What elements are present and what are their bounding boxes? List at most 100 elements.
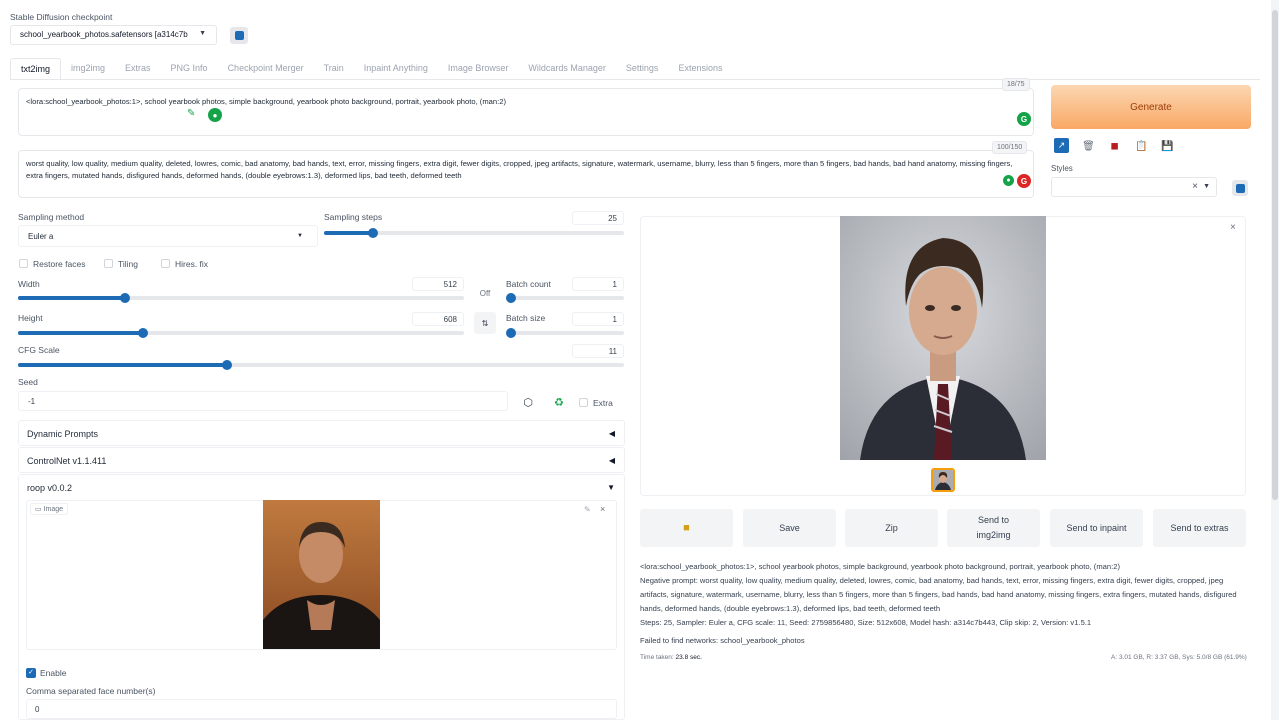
extra-networks-icon[interactable]: ◼ [1106,138,1123,154]
tab-image-browser[interactable]: Image Browser [438,58,519,80]
swap-dimensions-button[interactable]: ⇅ [474,312,496,334]
roop-title: roop v0.0.2 [27,483,73,493]
batch-size-slider[interactable] [506,328,624,338]
styles-refresh-button[interactable] [1232,180,1248,196]
checkpoint-select[interactable]: school_yearbook_photos.safetensors [a314… [10,25,217,45]
tab-wildcards-manager[interactable]: Wildcards Manager [518,58,616,80]
sparkle-icon[interactable]: ✎ [187,108,201,122]
slider-handle[interactable] [506,328,516,338]
random-seed-button[interactable]: ⬡ [517,391,539,413]
tab-checkpoint-merger[interactable]: Checkpoint Merger [218,58,314,80]
roop-enable-checkbox[interactable]: ✓ [26,668,36,678]
open-folder-button[interactable]: ■ [640,509,733,547]
time-taken: Time taken: 23.8 sec. [640,654,702,661]
clipboard-icon[interactable]: 📋 [1133,138,1150,154]
page-scrollbar[interactable] [1271,0,1279,720]
lightbulb-icon[interactable]: ● [1003,175,1014,186]
generate-label: Generate [1130,101,1172,113]
save-style-icon[interactable]: 💾 [1159,138,1176,154]
cfg-scale-slider[interactable] [18,360,624,370]
close-icon[interactable]: × [600,504,605,514]
aspect-lock-toggle[interactable]: Off [474,282,496,304]
roop-faces-input[interactable]: 0 [26,699,617,719]
scrollbar-thumb[interactable] [1272,10,1278,500]
sampling-steps-slider[interactable] [324,228,624,238]
prompt-text: <lora:school_yearbook_photos:1>, school … [26,97,506,106]
hires-fix-label: Hires. fix [175,259,209,269]
tab-train[interactable]: Train [314,58,354,80]
slider-handle[interactable] [138,328,148,338]
grammarly-icon[interactable]: G [1017,174,1031,188]
main-tabs: txt2img img2img Extras PNG Info Checkpoi… [10,58,732,80]
reuse-seed-button[interactable]: ♻ [548,391,570,413]
slider-handle[interactable] [222,360,232,370]
trash-icon[interactable]: 🗑 [1080,138,1097,154]
restore-faces-checkbox[interactable] [19,259,28,268]
sampling-method-select[interactable]: Euler a ▼ [18,225,318,247]
dice-icon: ⬡ [523,396,533,409]
send-to-img2img-button[interactable]: Send to img2img [947,509,1040,547]
hires-fix-checkbox[interactable] [161,259,170,268]
slider-fill [324,231,373,235]
dynamic-prompts-accordion[interactable]: Dynamic Prompts ◀ [18,420,625,446]
sampling-steps-label: Sampling steps [324,212,383,222]
slider-handle[interactable] [120,293,130,303]
styles-select[interactable]: × ▼ [1051,177,1217,197]
zip-button[interactable]: Zip [845,509,938,547]
send-to-inpaint-button[interactable]: Send to inpaint [1050,509,1143,547]
height-slider[interactable] [18,328,464,338]
restore-faces-label: Restore faces [33,259,86,269]
collapse-arrow-icon: ◀ [608,429,615,438]
checkpoint-refresh-button[interactable] [230,27,248,44]
seed-input[interactable]: -1 [18,391,508,411]
tab-settings[interactable]: Settings [616,58,669,80]
apply-style-icon[interactable]: ↗ [1054,138,1069,153]
tab-img2img[interactable]: img2img [61,58,115,80]
generate-button[interactable]: Generate [1051,85,1251,129]
edit-icon[interactable]: ✎ [584,505,591,514]
clear-icon[interactable]: × [1192,181,1198,192]
info-parameters: Steps: 25, Sampler: Euler a, CFG scale: … [640,618,1092,627]
info-prompt: <lora:school_yearbook_photos:1>, school … [640,562,1120,571]
vram-usage: A: 3.01 GB, R: 3.37 GB, Sys: 5.0/8 GB (6… [1111,654,1247,661]
gallery-thumbnail[interactable] [931,468,955,492]
roop-enable-label: Enable [40,668,67,678]
send-to-extras-button[interactable]: Send to extras [1153,509,1246,547]
batch-count-slider[interactable] [506,293,624,303]
save-button[interactable]: Save [743,509,836,547]
extra-seed-checkbox[interactable] [579,398,588,407]
cfg-scale-input[interactable]: 11 [572,344,624,358]
width-input[interactable]: 512 [412,277,464,291]
generated-image[interactable] [840,216,1046,460]
prompt-input[interactable]: <lora:school_yearbook_photos:1>, school … [18,88,1034,136]
tab-png-info[interactable]: PNG Info [161,58,218,80]
lightbulb-icon[interactable]: ● [208,108,222,122]
height-input[interactable]: 608 [412,312,464,326]
tab-extensions[interactable]: Extensions [668,58,732,80]
slider-handle[interactable] [506,293,516,303]
roop-image-label: ▭ Image [30,503,69,515]
batch-size-input[interactable]: 1 [572,312,624,326]
expand-arrow-icon: ▼ [607,483,615,492]
collapse-arrow-icon: ◀ [608,456,615,465]
tab-txt2img[interactable]: txt2img [10,58,62,80]
seed-label: Seed [18,377,38,387]
cfg-scale-label: CFG Scale [18,345,60,355]
sampling-steps-input[interactable]: 25 [572,211,624,225]
close-icon[interactable]: × [1230,222,1236,233]
height-label: Height [18,313,43,323]
controlnet-accordion[interactable]: ControlNet v1.1.411 ◀ [18,447,625,473]
tab-inpaint-anything[interactable]: Inpaint Anything [354,58,438,80]
grammarly-icon[interactable]: G [1017,112,1031,126]
tab-extras[interactable]: Extras [115,58,161,80]
batch-count-input[interactable]: 1 [572,277,624,291]
prompt-token-counter: 18/75 [1002,78,1030,91]
slider-fill [18,363,227,367]
width-slider[interactable] [18,293,464,303]
negative-prompt-input[interactable]: worst quality, low quality, medium quali… [18,150,1034,198]
chevron-down-icon: ▼ [1203,183,1210,190]
slider-handle[interactable] [368,228,378,238]
negative-prompt-text: worst quality, low quality, medium quali… [26,159,1013,180]
tiling-checkbox[interactable] [104,259,113,268]
controlnet-title: ControlNet v1.1.411 [27,456,107,466]
